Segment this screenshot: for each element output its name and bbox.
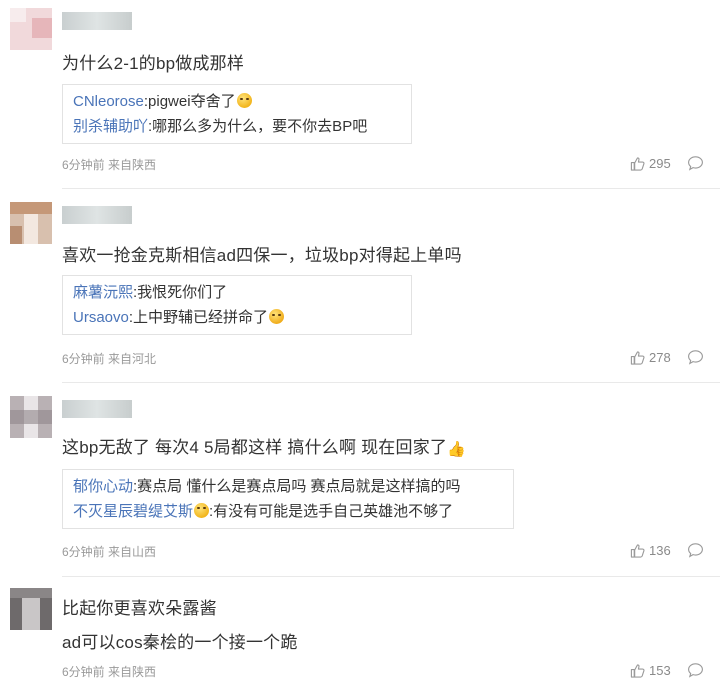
reply-item: 别杀辅助吖:哪那么多为什么，要不你去BP吧 <box>73 114 401 139</box>
comment-bubble-icon[interactable] <box>687 155 704 171</box>
username-blurred[interactable] <box>62 12 132 30</box>
comment-text: 比起你更喜欢朵露酱 <box>62 599 217 618</box>
reply-username[interactable]: 郁你心动 <box>73 478 133 495</box>
avatar[interactable] <box>10 8 52 50</box>
reply-item: 郁你心动:赛点局 懂什么是赛点局吗 赛点局就是这样搞的吗 <box>73 474 503 499</box>
like-button[interactable]: 153 <box>630 662 671 678</box>
like-count: 295 <box>649 155 671 171</box>
cry-emoji <box>269 309 285 324</box>
thumbs-up-icon <box>630 156 645 171</box>
reply-item: Ursaovo:上中野辅已经拼命了 <box>73 305 401 330</box>
reply-text: :哪那么多为什么，要不你去BP吧 <box>148 118 368 135</box>
reply-username[interactable]: CNleorose <box>73 93 144 110</box>
thumbs-up-icon <box>630 350 645 365</box>
like-button[interactable]: 278 <box>630 349 671 365</box>
comment-bubble-icon[interactable] <box>687 349 704 365</box>
like-count: 278 <box>649 349 671 365</box>
like-count: 153 <box>649 662 671 678</box>
comment-meta: 6分钟前 来自山西 <box>62 545 157 559</box>
thumbs-up-icon <box>630 543 645 558</box>
reply-box: CNleorose:pigwei夺舍了 别杀辅助吖:哪那么多为什么，要不你去BP… <box>62 84 412 144</box>
comment-meta: 6分钟前 来自陕西 <box>62 158 157 172</box>
reply-text: :我恨死你们了 <box>133 284 228 301</box>
reply-text: :赛点局 懂什么是赛点局吗 赛点局就是这样搞的吗 <box>133 478 461 495</box>
username-blurred[interactable] <box>62 206 132 224</box>
reply-box: 麻薯沅熙:我恨死你们了 Ursaovo:上中野辅已经拼命了 <box>62 275 412 335</box>
reply-text: :上中野辅已经拼命了 <box>128 309 269 326</box>
divider <box>62 382 720 383</box>
laugh-emoji <box>236 93 252 108</box>
username-blurred[interactable] <box>62 400 132 418</box>
like-button[interactable]: 136 <box>630 542 671 558</box>
reply-text: :pigwei夺舍了 <box>143 93 236 110</box>
reply-text: :有没有可能是选手自己英雄池不够了 <box>209 503 454 520</box>
reply-username[interactable]: 不灭星辰碧缇艾斯 <box>73 503 193 520</box>
reply-box: 郁你心动:赛点局 懂什么是赛点局吗 赛点局就是这样搞的吗 不灭星辰碧缇艾斯 :有没… <box>62 469 514 529</box>
comment-text: 这bp无敌了 每次4 5局都这样 搞什么啊 现在回家了👍 <box>62 433 466 458</box>
comment-text-body: 这bp无敌了 每次4 5局都这样 搞什么啊 现在回家了 <box>62 438 448 457</box>
smile-emoji <box>194 503 210 518</box>
comment-bubble-icon[interactable] <box>687 542 704 558</box>
comment-text-line2: ad可以cos秦桧的一个接一个跪 <box>62 633 298 652</box>
comment-text: 为什么2-1的bp做成那样 <box>62 54 245 73</box>
reply-username[interactable]: 别杀辅助吖 <box>73 118 148 135</box>
reply-item: 麻薯沅熙:我恨死你们了 <box>73 280 401 305</box>
avatar[interactable] <box>10 396 52 438</box>
reply-username[interactable]: 麻薯沅熙 <box>73 284 133 301</box>
like-button[interactable]: 295 <box>630 155 671 171</box>
comment-text: 喜欢一抢金克斯相信ad四保一，垃圾bp对得起上单吗 <box>62 246 462 265</box>
thumbs-up-icon <box>630 663 645 678</box>
divider <box>62 576 720 577</box>
avatar[interactable] <box>10 202 52 244</box>
reply-username[interactable]: Ursaovo <box>73 309 129 326</box>
divider <box>62 188 720 189</box>
reply-item: 不灭星辰碧缇艾斯 :有没有可能是选手自己英雄池不够了 <box>73 499 503 524</box>
like-count: 136 <box>649 542 671 558</box>
comment-meta: 6分钟前 来自陕西 <box>62 665 157 679</box>
comment-meta: 6分钟前 来自河北 <box>62 352 157 366</box>
avatar[interactable] <box>10 588 52 630</box>
reply-item: CNleorose:pigwei夺舍了 <box>73 89 401 114</box>
thumbs-up-emoji: 👍 <box>447 441 467 458</box>
comment-bubble-icon[interactable] <box>687 662 704 678</box>
